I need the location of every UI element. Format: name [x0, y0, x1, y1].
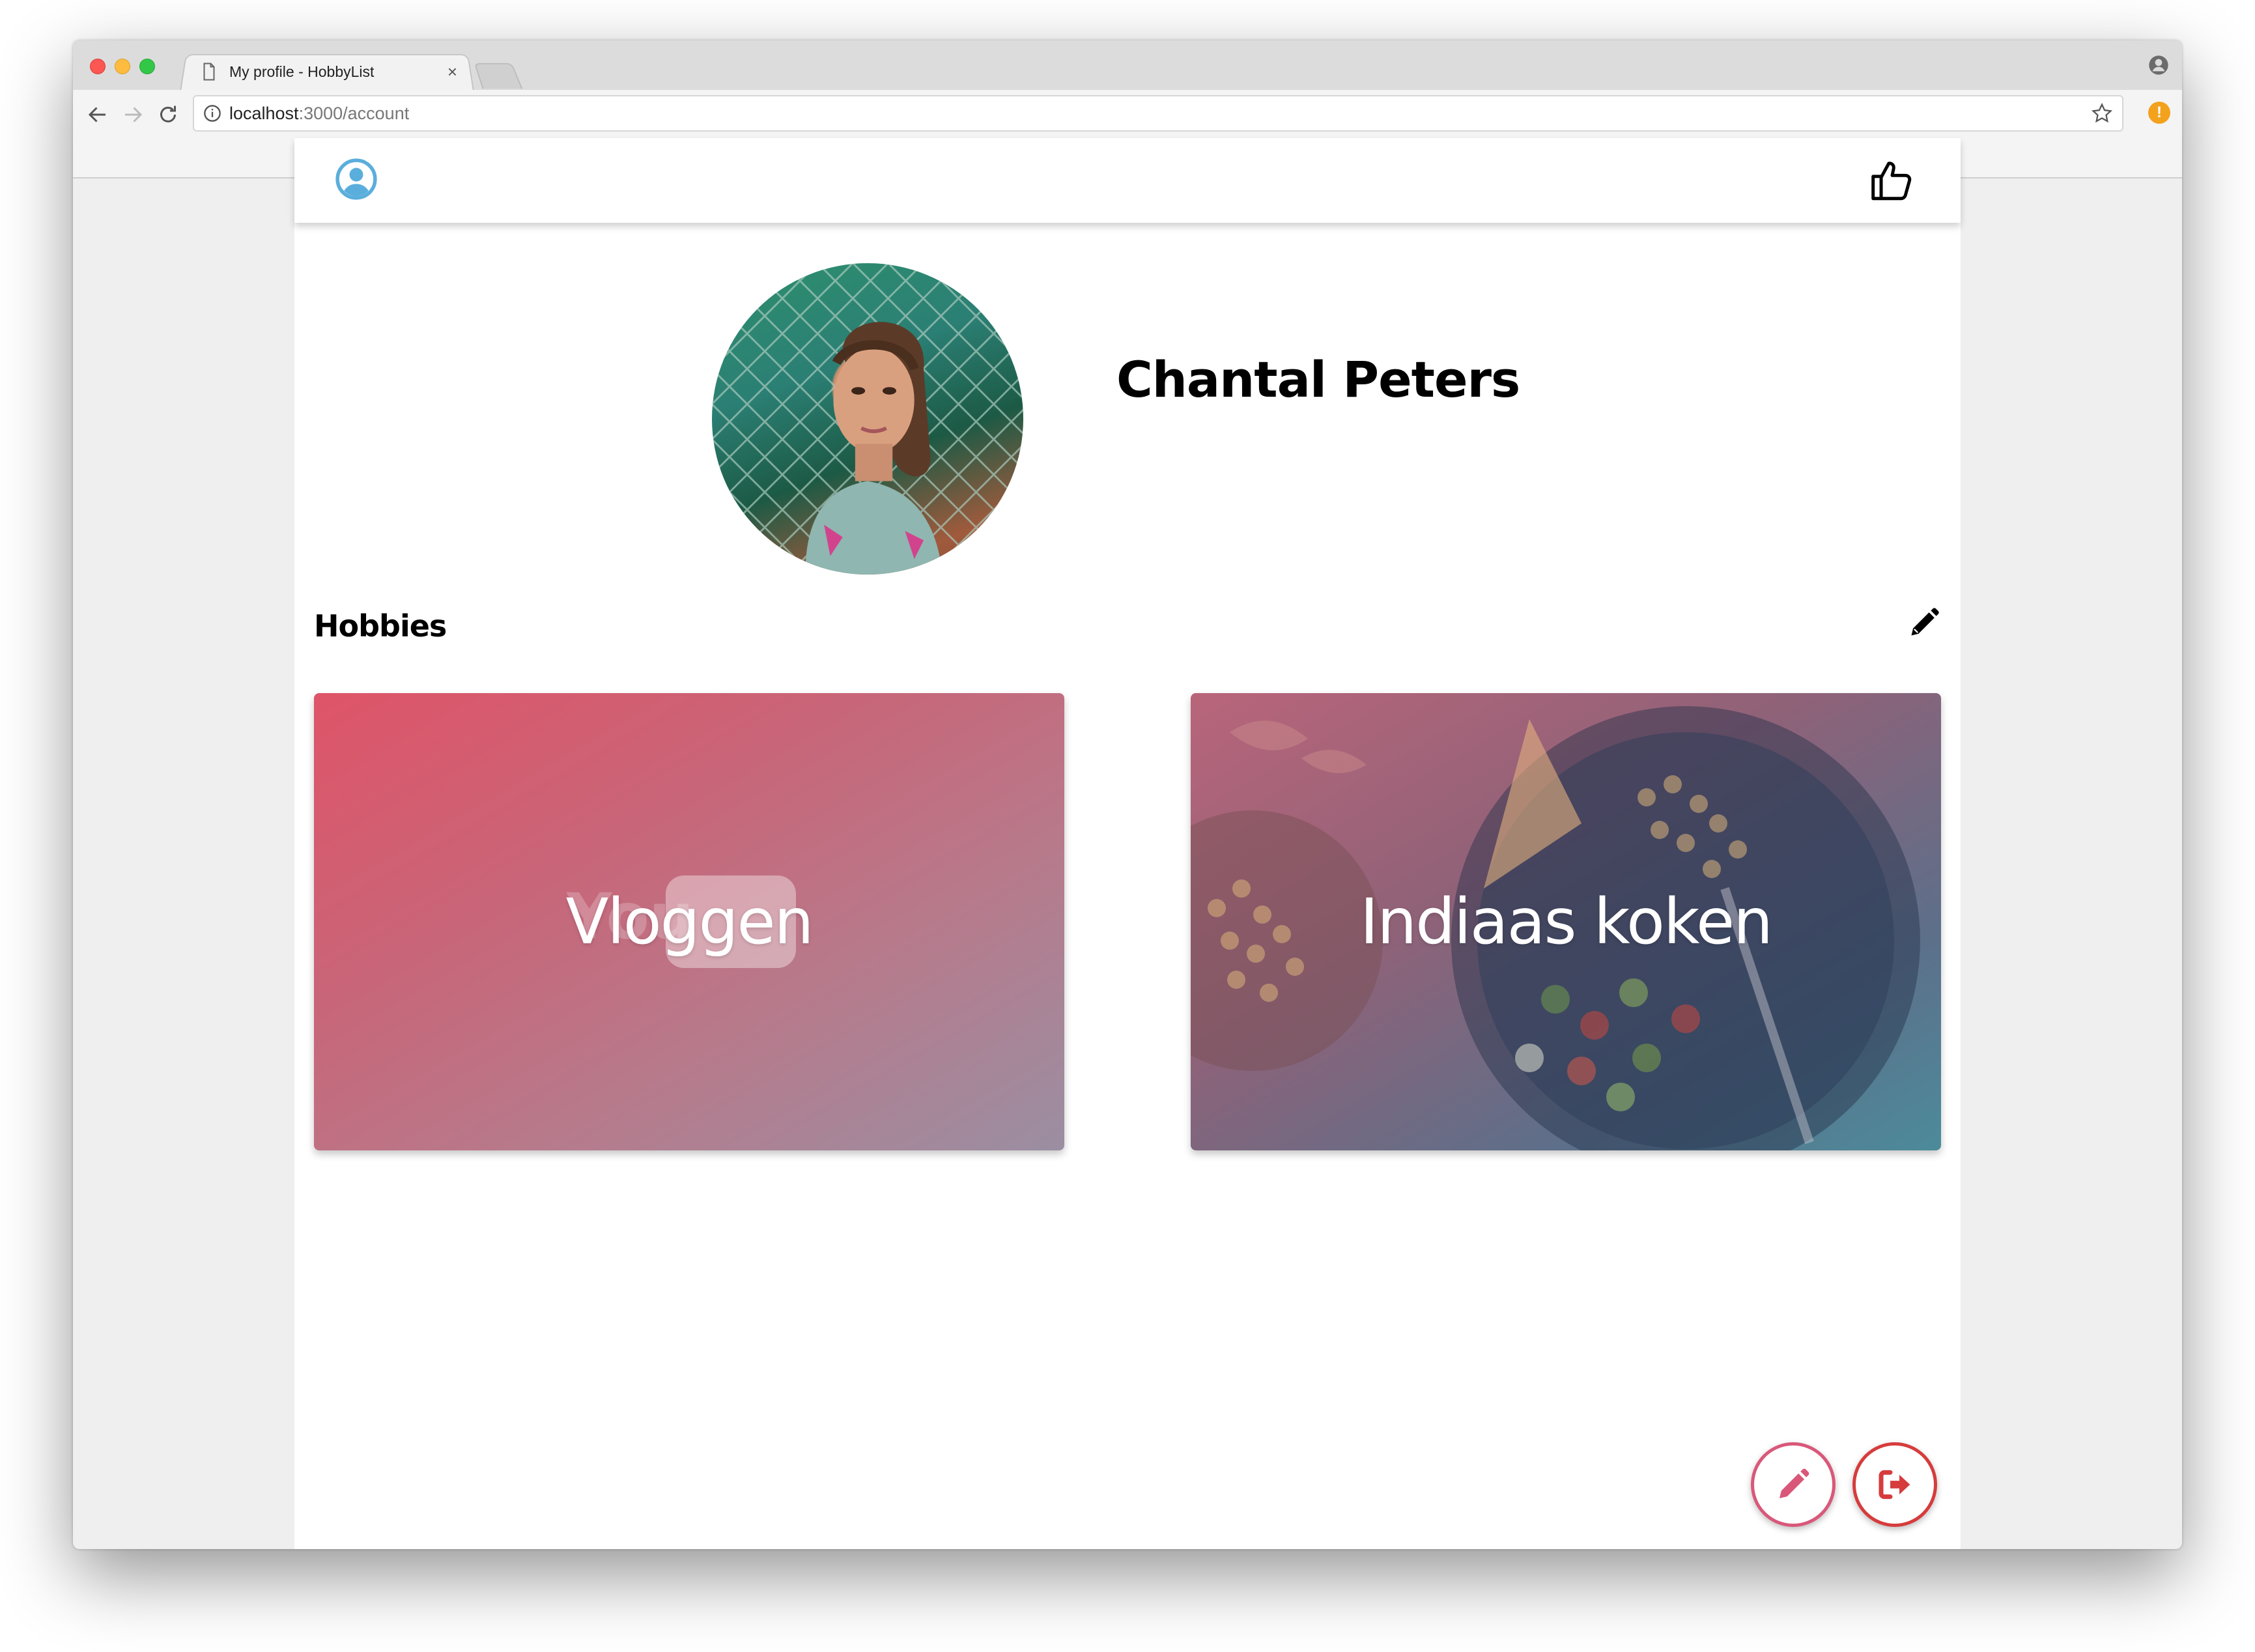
- hobby-card[interactable]: Indiaas koken: [1191, 693, 1941, 1150]
- avatar-photo: [712, 263, 1023, 575]
- extension-warning-icon[interactable]: !: [2148, 102, 2170, 124]
- account-circle-icon[interactable]: [335, 158, 378, 201]
- browser-window: My profile - HobbyList × localhost:3000/…: [73, 40, 2182, 1549]
- hobby-title: Indiaas koken: [1360, 885, 1773, 958]
- profile-name: Chantal Peters: [1116, 350, 1520, 408]
- url-host: localhost: [229, 103, 299, 123]
- sign-out-icon: [1879, 1470, 1910, 1500]
- browser-tab-content[interactable]: My profile - HobbyList ×: [190, 53, 464, 90]
- tab-title: My profile - HobbyList: [229, 63, 375, 80]
- browser-profile-icon[interactable]: [2148, 55, 2169, 76]
- document-icon: [203, 63, 215, 81]
- app-page: Chantal Peters Hobbies You Vloggen India…: [294, 138, 1961, 1549]
- url-text: localhost:3000/account: [229, 104, 2091, 124]
- forward-arrow-icon[interactable]: [121, 103, 145, 126]
- pencil-icon[interactable]: [1907, 606, 1941, 640]
- pencil-icon: [1780, 1468, 1809, 1498]
- tab-close-icon[interactable]: ×: [447, 63, 457, 80]
- reload-icon[interactable]: [156, 103, 180, 126]
- app-header: [294, 138, 1961, 223]
- bookmark-star-icon[interactable]: [2091, 102, 2113, 124]
- url-path: :3000/account: [298, 103, 410, 123]
- hobbies-heading: Hobbies: [314, 608, 447, 644]
- close-window-button[interactable]: [90, 59, 106, 74]
- new-tab-button[interactable]: [474, 63, 523, 89]
- address-bar[interactable]: localhost:3000/account: [193, 95, 2123, 132]
- edit-profile-button[interactable]: [1751, 1442, 1836, 1527]
- browser-titlebar: My profile - HobbyList ×: [73, 40, 2182, 91]
- hobby-card[interactable]: You Vloggen: [314, 693, 1064, 1150]
- info-icon[interactable]: [203, 104, 221, 122]
- hobby-title: Vloggen: [565, 885, 814, 958]
- thumbs-up-icon[interactable]: [1868, 156, 1916, 205]
- back-arrow-icon[interactable]: [86, 103, 109, 126]
- profile-avatar: [712, 263, 1023, 575]
- minimize-window-button[interactable]: [115, 59, 130, 74]
- logout-button[interactable]: [1852, 1442, 1937, 1527]
- maximize-window-button[interactable]: [139, 59, 155, 74]
